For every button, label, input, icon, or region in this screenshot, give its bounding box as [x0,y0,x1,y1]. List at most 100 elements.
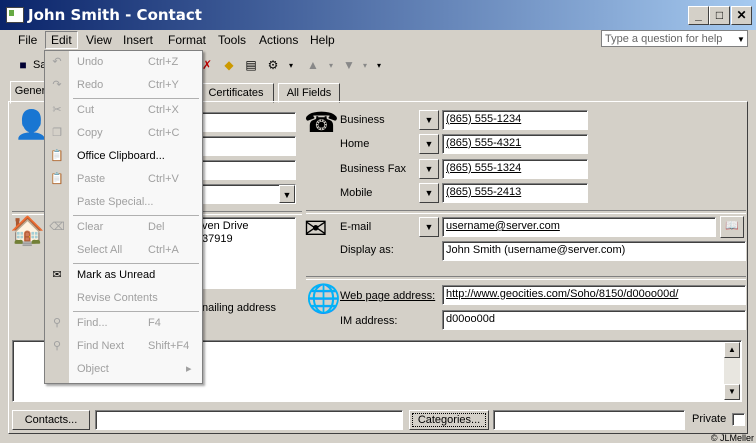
menu-item-revise-contents[interactable]: Revise Contents [45,287,202,310]
web-page-field[interactable]: http://www.geocities.com/Soho/8150/d00oo… [442,285,746,305]
copyright-text: © JLMeller [710,433,754,443]
chevron-down-icon[interactable]: ▼ [419,159,439,179]
menu-item-find-next[interactable]: ⚲ Find Next Shift+F4 [45,335,202,358]
phone-label-home: Home [340,138,370,150]
menu-item-find[interactable]: ⚲ Find... F4 [45,312,202,335]
menu-item-select-all[interactable]: Select All Ctrl+A [45,239,202,262]
private-checkbox[interactable] [732,413,745,426]
menu-format[interactable]: Format [168,33,206,47]
options-icon[interactable]: ⚙ [264,57,282,74]
phone-field-home[interactable]: (865) 555-4321 [442,134,588,154]
maximize-button[interactable]: □ [709,6,730,25]
print-icon[interactable]: ▤ [242,57,260,74]
cut-icon: ✂ [52,104,62,116]
menu-item-object[interactable]: Object ▸ [45,358,202,381]
find-next-icon: ⚲ [52,340,62,352]
contacts-button[interactable]: Contacts... [12,410,90,430]
notes-scrollbar[interactable]: ▲ ▼ [724,342,740,400]
submenu-arrow-icon: ▸ [186,363,192,375]
menu-item-office-clipboard[interactable]: 📋 Office Clipboard... [45,145,202,168]
menu-help[interactable]: Help [310,33,335,47]
chevron-down-icon[interactable]: ▾ [282,57,300,74]
divider [306,276,746,280]
menu-item-mark-as-unread[interactable]: ✉ Mark as Unread [45,264,202,287]
save-icon[interactable]: ■ [14,57,32,74]
menu-item-undo[interactable]: ↶ Undo Ctrl+Z [45,51,202,74]
title-bar[interactable]: John Smith - Contact _ □ ✕ [0,0,756,30]
divider [306,210,746,214]
binoculars-icon: ⚲ [52,317,62,329]
file-as-field[interactable]: ▼ [198,184,296,204]
copy-icon: ❐ [52,127,62,139]
address-line-1: ven Drive [202,220,249,232]
chevron-down-icon[interactable]: ▼ [419,110,439,130]
mailing-address-label: nailing address [202,302,276,314]
menu-insert[interactable]: Insert [123,33,153,47]
contacts-field[interactable] [95,410,403,430]
globe-icon: 🌐 [306,283,341,314]
display-as-field[interactable]: John Smith (username@server.com) [442,241,746,261]
web-page-label[interactable]: Web page address: [340,290,435,302]
menu-item-paste-special[interactable]: Paste Special... [45,191,202,214]
chevron-down-icon[interactable]: ▼ [419,217,439,237]
eraser-icon: ⌫ [49,221,65,233]
job-title-field[interactable] [198,136,296,156]
close-button[interactable]: ✕ [731,6,752,25]
menu-tools[interactable]: Tools [218,33,246,47]
im-address-field[interactable]: d00oo00d [442,310,746,330]
address-line-2: 37919 [202,233,233,245]
chevron-down-icon[interactable]: ▼ [419,183,439,203]
phone-label-business-fax: Business Fax [340,163,407,175]
follow-up-icon[interactable]: ◆ [220,57,238,74]
menu-item-redo[interactable]: ↷ Redo Ctrl+Y [45,74,202,97]
paste-icon: 📋 [50,173,64,185]
phone-field-business[interactable]: (865) 555-1234 [442,110,588,130]
private-label: Private [692,413,727,425]
email-field[interactable]: username@server.com [442,217,716,237]
menu-file[interactable]: File [18,33,37,47]
scroll-up-icon[interactable]: ▲ [724,342,740,358]
menu-view[interactable]: View [86,33,112,47]
phone-field-mobile[interactable]: (865) 555-2413 [442,183,588,203]
chevron-down-icon[interactable]: ▾ [322,57,340,74]
chevron-down-icon[interactable]: ▼ [419,134,439,154]
tab-certificates[interactable]: Certificates [198,83,274,103]
phone-label-business: Business [340,114,385,126]
email-label: E-mail [340,221,372,233]
address-book-button[interactable]: 📖 [720,216,744,238]
phone-field-business-fax[interactable]: (865) 555-1324 [442,159,588,179]
categories-button[interactable]: Categories... [409,410,489,430]
categories-field[interactable] [493,410,685,430]
menu-item-paste[interactable]: 📋 Paste Ctrl+V [45,168,202,191]
help-search-input[interactable]: Type a question for help ▼ [601,30,748,47]
address-book-icon: 📖 [725,220,739,232]
company-field[interactable] [198,160,296,180]
im-address-label: IM address: [340,315,398,327]
contact-card-icon [6,7,24,23]
previous-item-icon[interactable]: ▲ [304,57,322,74]
telephone-icon: ☎ [304,107,339,138]
chevron-down-icon[interactable]: ▼ [279,185,295,203]
tab-all-fields[interactable]: All Fields [278,83,340,103]
redo-icon: ↷ [52,79,62,91]
contact-window: John Smith - Contact _ □ ✕ File Edit Vie… [0,0,756,443]
phone-label-mobile: Mobile [340,187,373,199]
toolbar-options-icon[interactable]: ▾ [370,57,388,74]
display-as-label: Display as: [340,244,394,256]
help-search-placeholder: Type a question for help [605,33,723,45]
clipboard-icon: 📋 [50,150,64,162]
address-field[interactable]: ven Drive 37919 [198,217,296,289]
menu-edit[interactable]: Edit [45,31,78,49]
envelope-icon: ✉ [52,269,62,281]
chevron-down-icon[interactable]: ▼ [735,31,747,46]
undo-icon: ↶ [52,56,62,68]
scroll-down-icon[interactable]: ▼ [724,384,740,400]
full-name-field[interactable] [198,112,296,132]
edit-menu-dropdown: ↶ Undo Ctrl+Z ↷ Redo Ctrl+Y ✂ Cut Ctrl+X… [44,50,203,384]
menu-item-copy[interactable]: ❐ Copy Ctrl+C [45,122,202,145]
menu-actions[interactable]: Actions [259,33,298,47]
window-title: John Smith - Contact [28,6,202,24]
minimize-button[interactable]: _ [688,6,709,25]
menu-item-cut[interactable]: ✂ Cut Ctrl+X [45,99,202,122]
menu-item-clear[interactable]: ⌫ Clear Del [45,216,202,239]
